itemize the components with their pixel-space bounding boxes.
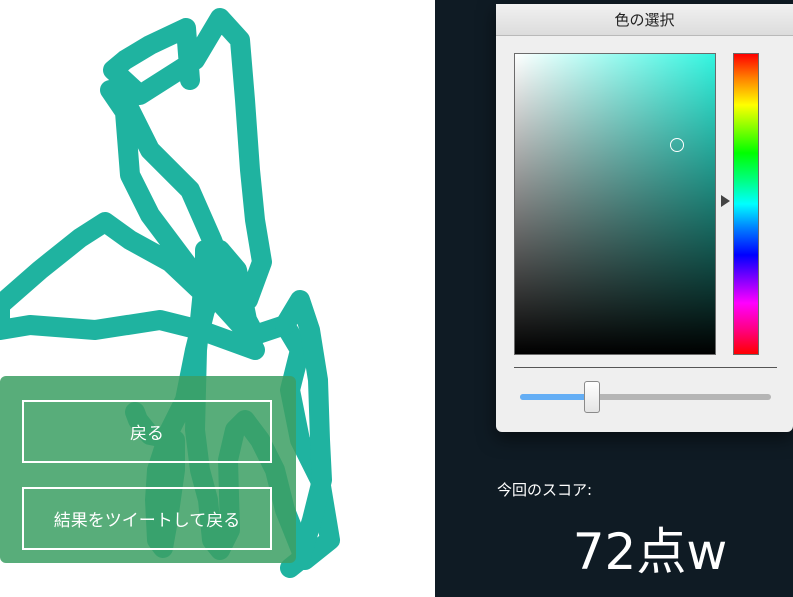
color-picker-dialog: 色の選択: [496, 4, 793, 432]
brightness-slider-thumb[interactable]: [584, 381, 600, 413]
result-panel: 戻る 結果をツイートして戻る: [0, 376, 296, 563]
score-label: 今回のスコア:: [497, 481, 593, 499]
brightness-slider-fill: [520, 394, 591, 400]
dialog-titlebar[interactable]: 色の選択: [496, 4, 793, 36]
divider: [514, 367, 777, 368]
hue-slider[interactable]: [733, 53, 759, 355]
tweet-and-back-button[interactable]: 結果をツイートして戻る: [22, 487, 272, 550]
back-button[interactable]: 戻る: [22, 400, 272, 463]
score-value: 72点w: [572, 523, 728, 581]
hue-marker-icon: [721, 195, 730, 207]
dialog-title: 色の選択: [614, 11, 675, 29]
value-gradient: [515, 54, 715, 354]
brightness-slider[interactable]: [520, 394, 771, 400]
saturation-value-area[interactable]: [514, 53, 716, 355]
color-selector-handle[interactable]: [670, 138, 684, 152]
